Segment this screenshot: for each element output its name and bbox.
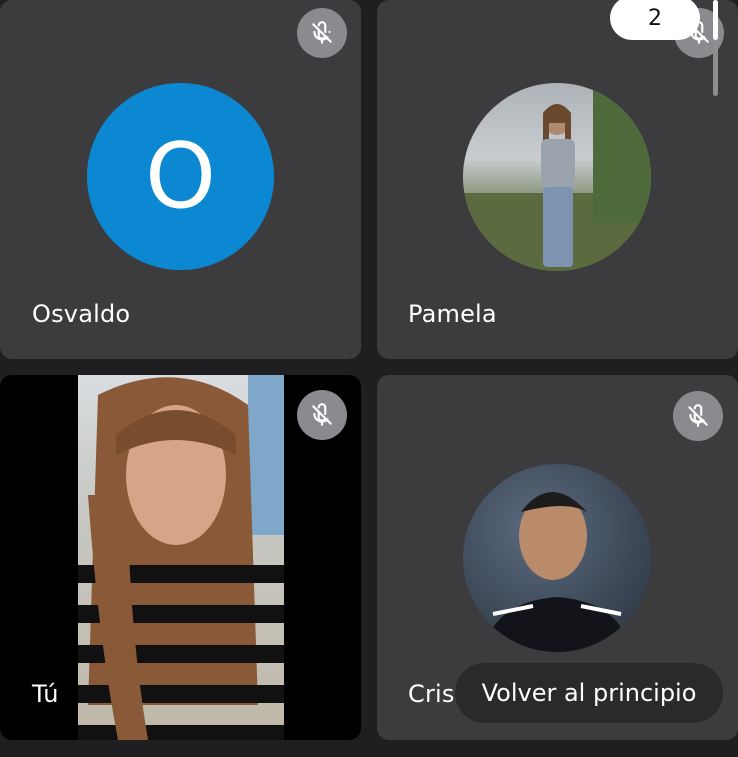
avatar: O	[87, 83, 274, 270]
participant-tile-osvaldo[interactable]: O Osvaldo	[0, 0, 361, 359]
participant-name: Osvaldo	[32, 300, 131, 328]
page-number: 2	[648, 5, 662, 31]
back-to-top-button[interactable]: Volver al principio	[455, 663, 723, 723]
page-indicator: 2	[610, 0, 700, 40]
avatar	[463, 464, 651, 652]
participant-tile-pamela[interactable]: Pamela	[377, 0, 738, 359]
self-video	[78, 375, 284, 740]
mic-off-icon	[297, 8, 347, 58]
avatar	[463, 83, 651, 271]
scrollbar-thumb[interactable]	[713, 0, 718, 40]
avatar-letter: O	[145, 124, 216, 229]
participant-tile-self[interactable]: Tú	[0, 375, 361, 740]
participant-name: Tú	[32, 680, 59, 708]
back-to-top-label: Volver al principio	[481, 679, 697, 707]
participant-name: Pamela	[408, 300, 497, 328]
mic-off-icon	[297, 390, 347, 440]
mic-off-icon	[673, 391, 723, 441]
